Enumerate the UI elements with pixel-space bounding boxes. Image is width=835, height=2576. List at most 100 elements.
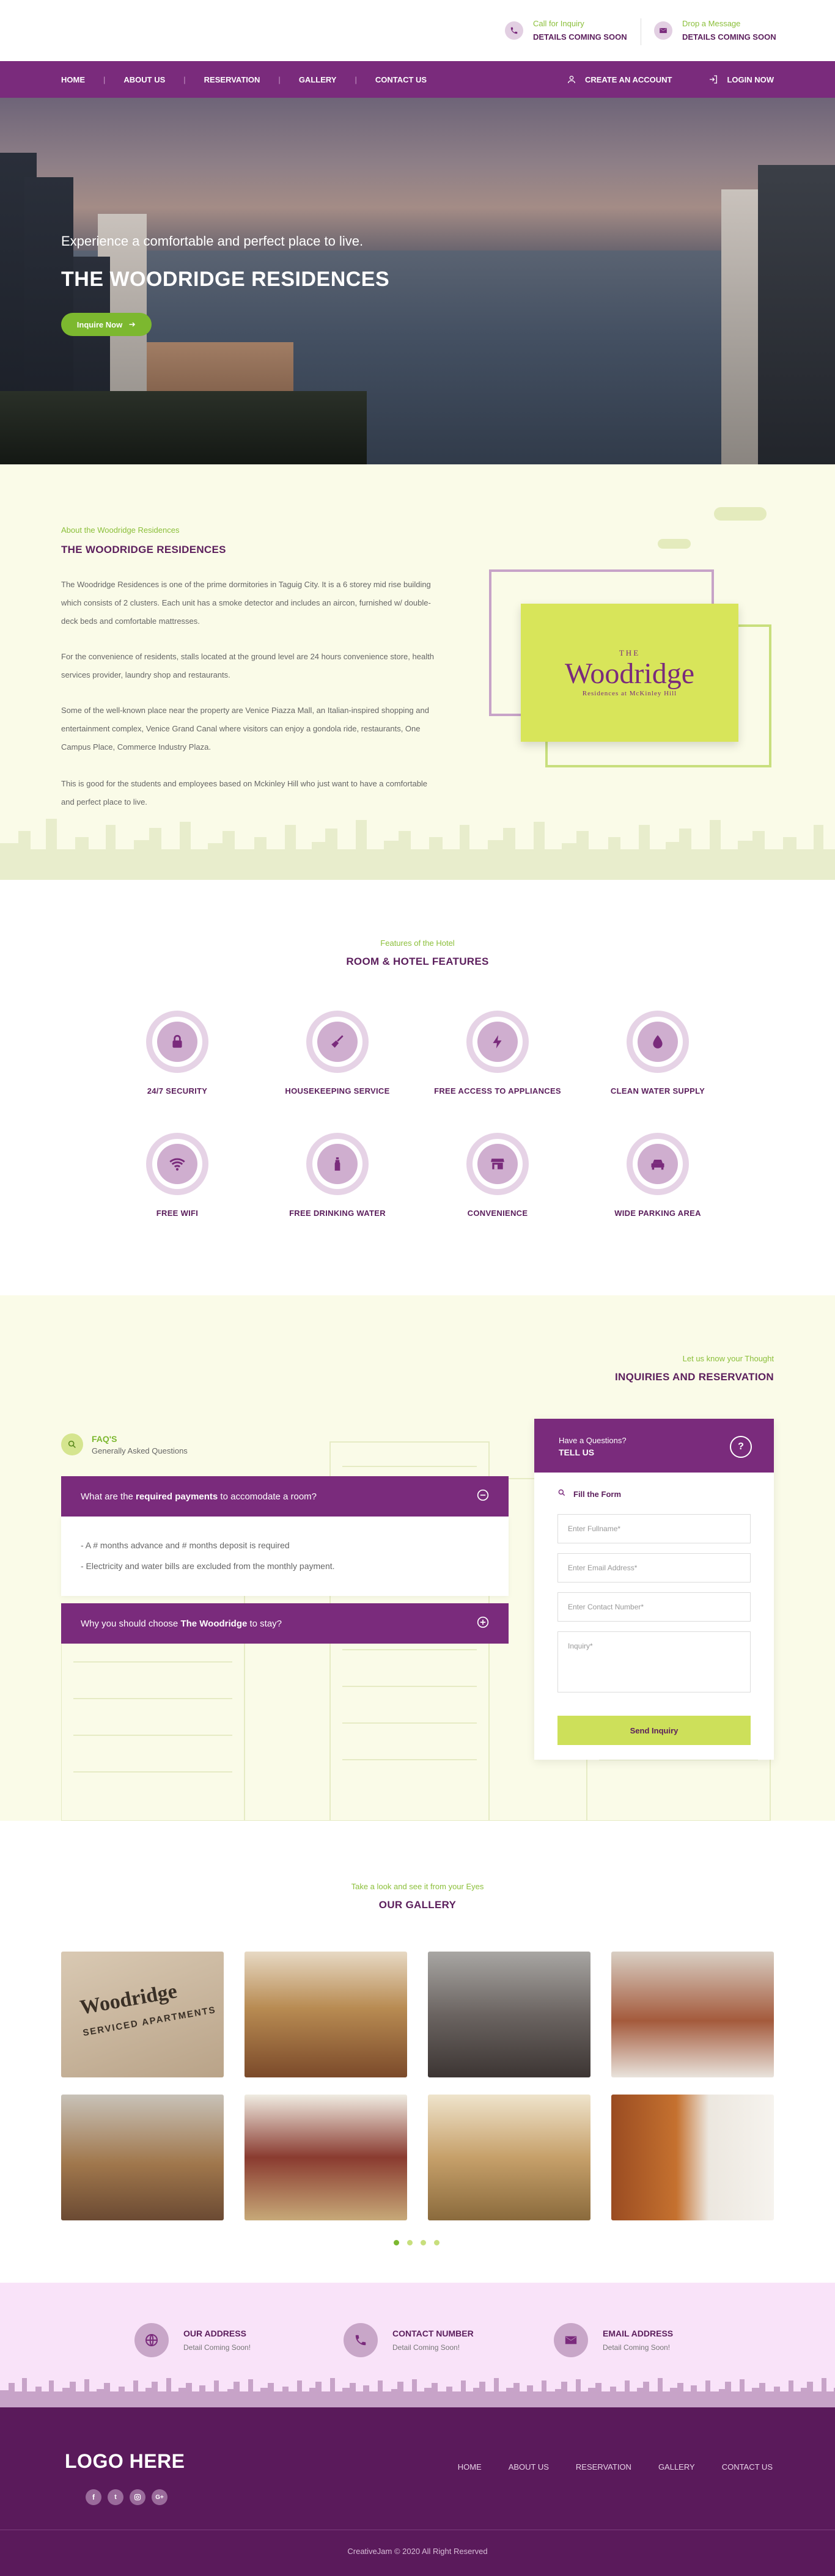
inquire-now-label: Inquire Now: [76, 320, 123, 329]
footer-nav-contact[interactable]: CONTACT US: [722, 2462, 773, 2472]
faq-answer-line: - Electricity and water bills are exclud…: [81, 1561, 335, 1571]
info-text: Detail Coming Soon!: [183, 2343, 251, 2352]
wifi-icon: [157, 1144, 197, 1184]
login-link[interactable]: LOGIN NOW: [708, 75, 774, 84]
faq-answer-line: - A # months advance and # months deposi…: [81, 1540, 290, 1550]
gallery-image-kitchen[interactable]: [61, 2095, 224, 2220]
nav-item-about[interactable]: ABOUT US: [123, 75, 165, 84]
nav-separator: |: [103, 75, 106, 84]
footer-nav: HOME ABOUT US RESERVATION GALLERY CONTAC…: [431, 2462, 773, 2472]
message-value: DETAILS COMING SOON: [682, 32, 776, 42]
footer-logo[interactable]: LOGO HERE: [65, 2450, 185, 2473]
feature-convenience: CONVENIENCE: [424, 1133, 571, 1218]
email-field[interactable]: Enter Email Address*: [557, 1553, 751, 1583]
drop-message[interactable]: Drop a Message DETAILS COMING SOON: [654, 17, 776, 44]
about-paragraph: The Woodridge Residences is one of the p…: [61, 580, 431, 626]
logo-tagline: Residences at McKinley Hill: [582, 690, 677, 697]
gallery-image-sign[interactable]: Woodridge SERVICED APARTMENTS: [61, 1952, 224, 2077]
footer-nav-gallery[interactable]: GALLERY: [658, 2462, 695, 2472]
carousel-dot[interactable]: [421, 2240, 426, 2245]
hero-subtitle: Experience a comfortable and perfect pla…: [61, 233, 364, 249]
about-paragraph: This is good for the students and employ…: [61, 779, 428, 807]
carousel-dot[interactable]: [434, 2240, 440, 2245]
gallery-image-reception[interactable]: [611, 1952, 774, 2077]
logo-the: THE: [619, 648, 641, 657]
feature-label: CONVENIENCE: [467, 1209, 528, 1218]
feature-label: 24/7 SECURITY: [147, 1086, 208, 1096]
twitter-icon[interactable]: t: [108, 2489, 123, 2505]
inquire-now-button[interactable]: Inquire Now: [61, 313, 152, 336]
mail-icon: [554, 2323, 588, 2357]
feature-label: FREE WIFI: [156, 1209, 199, 1218]
contact-number-field[interactable]: Enter Contact Number*: [557, 1592, 751, 1622]
fullname-field[interactable]: Enter Fullname*: [557, 1514, 751, 1543]
info-title: OUR ADDRESS: [183, 2329, 246, 2338]
car-icon: [638, 1144, 678, 1184]
create-account-link[interactable]: CREATE AN ACCOUNT: [567, 75, 672, 84]
footer-nav-home[interactable]: HOME: [458, 2462, 482, 2472]
fill-form-heading: Fill the Form: [557, 1488, 621, 1500]
call-inquiry[interactable]: Call for Inquiry DETAILS COMING SOON: [505, 17, 627, 44]
nav-item-home[interactable]: HOME: [61, 75, 85, 84]
hero-banner: Experience a comfortable and perfect pla…: [0, 98, 835, 464]
nav-item-reservation[interactable]: RESERVATION: [204, 75, 260, 84]
woodridge-logo-card: THE Woodridge Residences at McKinley Hil…: [521, 604, 738, 742]
faq-q2-bold: The Woodridge: [180, 1618, 248, 1629]
globe-icon: [134, 2323, 169, 2357]
phone-icon: [505, 21, 523, 40]
login-icon: [708, 75, 718, 84]
about-paragraph: Some of the well-known place near the pr…: [61, 706, 429, 752]
phone-icon: [344, 2323, 378, 2357]
carousel-dot[interactable]: [394, 2240, 399, 2245]
collapse-icon[interactable]: [477, 1489, 489, 1504]
form-small-title: Have a Questions?: [559, 1436, 627, 1445]
hero-title: THE WOODRIDGE RESIDENCES: [61, 268, 390, 291]
expand-icon[interactable]: [477, 1616, 489, 1631]
inquiry-title: INQUIRIES AND RESERVATION: [614, 1371, 774, 1383]
lock-icon: [157, 1022, 197, 1062]
account-menu: CREATE AN ACCOUNT LOGIN NOW: [567, 61, 774, 98]
feature-label: HOUSEKEEPING SERVICE: [285, 1086, 390, 1096]
feature-label: FREE DRINKING WATER: [289, 1209, 386, 1218]
nav-item-contact[interactable]: CONTACT US: [375, 75, 427, 84]
gallery-image-pantry[interactable]: [428, 2095, 590, 2220]
copyright-text: CreativeJam © 2020 All Right Reserved: [347, 2547, 488, 2556]
info-text: Detail Coming Soon!: [603, 2343, 671, 2352]
contact-info-strip: OUR ADDRESS Detail Coming Soon! CONTACT N…: [0, 2283, 835, 2407]
feature-label: WIDE PARKING AREA: [614, 1209, 701, 1218]
about-section: About the Woodridge Residences THE WOODR…: [0, 464, 835, 880]
faq-question-why-choose[interactable]: Why you should choose The Woodridge to s…: [61, 1603, 509, 1644]
gallery-image-lobby[interactable]: [245, 1952, 407, 2077]
broom-icon: [317, 1022, 358, 1062]
create-account-label: CREATE AN ACCOUNT: [584, 75, 672, 84]
instagram-icon[interactable]: [130, 2489, 145, 2505]
inquiry-textarea[interactable]: Inquiry*: [557, 1631, 751, 1692]
login-label: LOGIN NOW: [727, 75, 774, 84]
carousel-dot[interactable]: [407, 2240, 413, 2245]
gallery-image-lounge[interactable]: [428, 1952, 590, 2077]
faq-question-payments[interactable]: What are the required payments to accomo…: [61, 1476, 509, 1517]
city-skyline-decoration: [0, 2378, 835, 2407]
feature-housekeeping: HOUSEKEEPING SERVICE: [264, 1011, 411, 1096]
nav-menu: HOME | ABOUT US | RESERVATION | GALLERY | CO…: [61, 61, 427, 98]
send-inquiry-button[interactable]: Send Inquiry: [557, 1716, 751, 1745]
faq-q2-pre: Why you should choose: [81, 1618, 181, 1629]
faq-q2-post: to stay?: [247, 1618, 282, 1629]
faq-title: FAQ'S: [92, 1433, 117, 1444]
gallery-image-bathroom[interactable]: [611, 2095, 774, 2220]
google-plus-icon[interactable]: G+: [152, 2489, 167, 2505]
footer-nav-about[interactable]: ABOUT US: [509, 2462, 549, 2472]
footer-nav-reservation[interactable]: RESERVATION: [576, 2462, 631, 2472]
gallery-image-bunk-room[interactable]: [245, 2095, 407, 2220]
inquiry-form: Have a Questions? TELL US ? Fill the For…: [534, 1419, 774, 1760]
feature-drinking-water: FREE DRINKING WATER: [264, 1133, 411, 1218]
feature-security: 24/7 SECURITY: [104, 1011, 251, 1096]
faq-q1-bold: required payments: [136, 1491, 218, 1502]
message-label: Drop a Message: [682, 19, 741, 28]
facebook-icon[interactable]: f: [86, 2489, 101, 2505]
city-skyline-decoration: [0, 819, 835, 880]
features-eyebrow: Features of the Hotel: [380, 939, 455, 948]
nav-item-gallery[interactable]: GALLERY: [299, 75, 337, 84]
info-title: CONTACT NUMBER: [392, 2329, 474, 2338]
about-paragraph: For the convenience of residents, stalls…: [61, 652, 434, 679]
